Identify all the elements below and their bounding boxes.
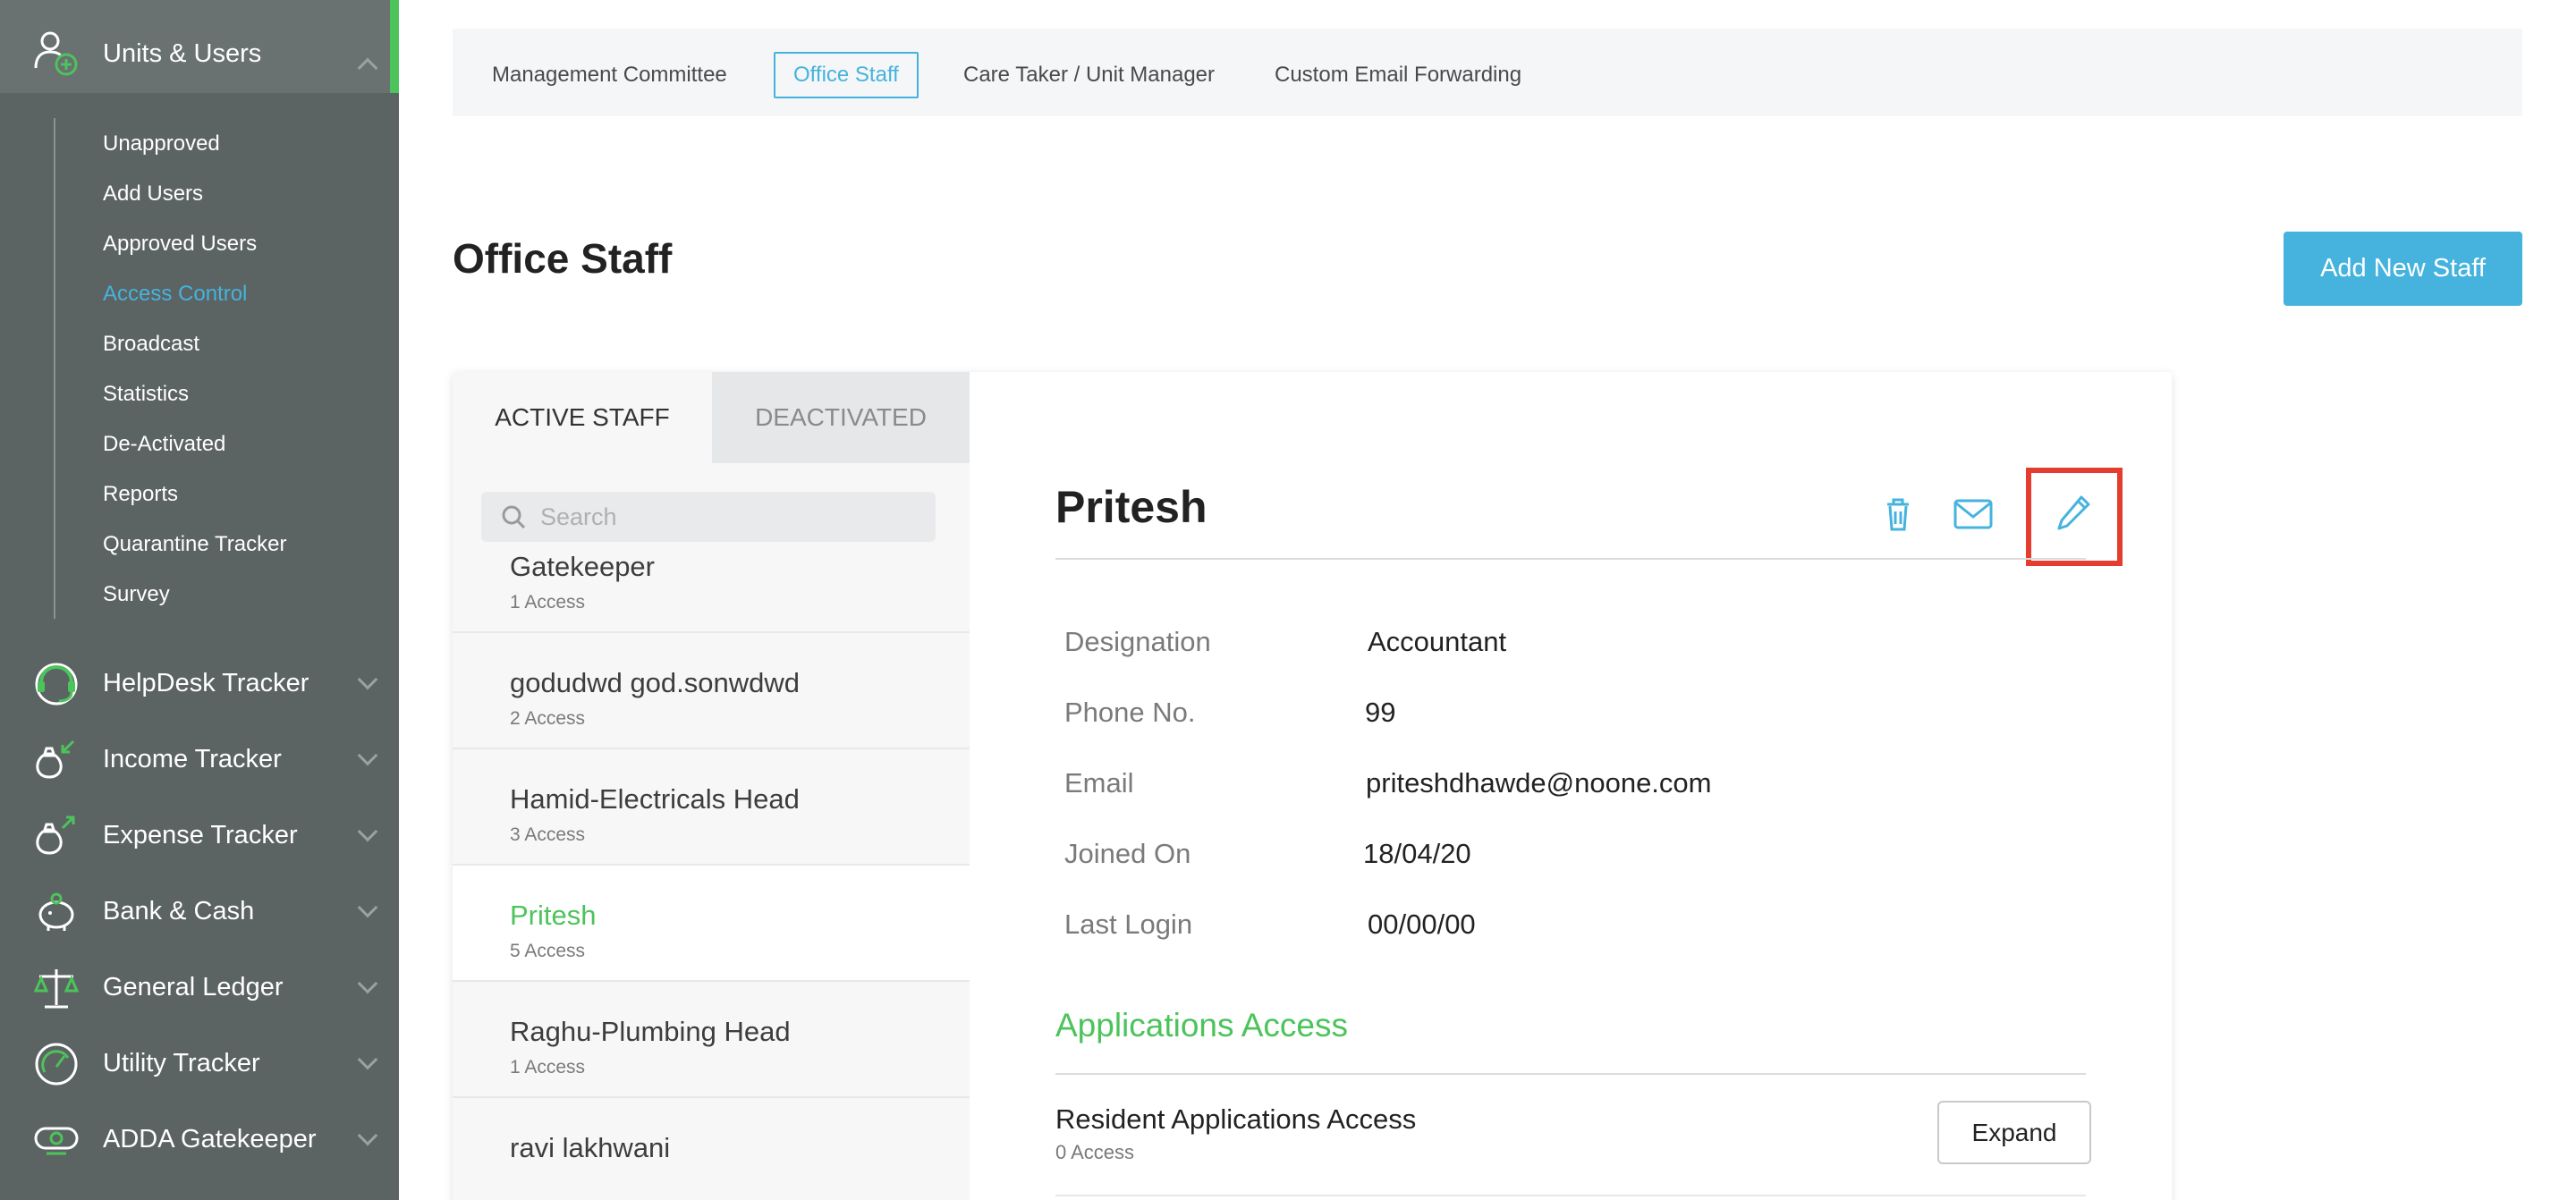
resident-applications-title: Resident Applications Access: [1055, 1103, 1417, 1135]
designation-value-text: Accountant: [1368, 626, 1507, 657]
chevron-down-icon: [357, 669, 378, 690]
staff-access-count: 1 Access: [510, 592, 586, 613]
list-item[interactable]: Hamid-Electricals Head 3 Access: [453, 749, 970, 866]
sidebar-item-label: Bank & Cash: [103, 897, 255, 925]
sidebar-item-approved-users[interactable]: Approved Users: [103, 230, 257, 258]
sidebar-item-expense-tracker[interactable]: Expense Tracker: [0, 799, 399, 871]
chevron-down-icon: [357, 1125, 378, 1146]
chevron-down-icon: [357, 1049, 378, 1070]
list-item[interactable]: ravi lakhwani: [453, 1098, 970, 1200]
staff-name: ravi lakhwani: [510, 1132, 671, 1163]
gatekeeper-icon: [34, 1127, 79, 1155]
sidebar-item-label: Expense Tracker: [103, 821, 298, 849]
scales-icon: [33, 969, 80, 1009]
chevron-down-icon: [357, 745, 378, 766]
sidebar-item-broadcast[interactable]: Broadcast: [103, 330, 199, 359]
sidebar-item-helpdesk-tracker[interactable]: HelpDesk Tracker: [0, 647, 399, 719]
search-input[interactable]: [540, 492, 916, 542]
sidebar: Units & Users Unapproved Add Users Appro…: [0, 0, 399, 1200]
sidebar-item-adda-gatekeeper[interactable]: ADDA Gatekeeper: [0, 1103, 399, 1175]
tab-custom-email-forwarding[interactable]: Custom Email Forwarding: [1275, 52, 1521, 98]
sidebar-section-label: Units & Users: [103, 39, 262, 68]
staff-card: DEACTIVATED ACTIVE STAFF Gatekeeper 1 Ac…: [453, 372, 2172, 1200]
tab-office-staff[interactable]: Office Staff: [774, 52, 919, 98]
list-item[interactable]: godudwd god.sonwdwd 2 Access: [453, 633, 970, 749]
page-title: Office Staff: [453, 235, 673, 282]
sidebar-item-label: General Ledger: [103, 973, 284, 1001]
staff-detail-name: Pritesh: [1055, 482, 1208, 532]
staff-list-panel: DEACTIVATED ACTIVE STAFF Gatekeeper 1 Ac…: [453, 372, 970, 1200]
expand-button[interactable]: Expand: [1937, 1101, 2091, 1164]
sidebar-item-general-ledger[interactable]: General Ledger: [0, 951, 399, 1023]
list-item[interactable]: Raghu-Plumbing Head 1 Access: [453, 982, 970, 1098]
income-bag-icon: [36, 739, 75, 779]
search-icon: [502, 505, 526, 529]
sidebar-section-units-users[interactable]: Units & Users: [0, 0, 399, 93]
trash-icon[interactable]: [1877, 492, 1919, 535]
top-tab-bar: Management Committee Office Staff Care T…: [453, 29, 2522, 116]
sidebar-item-unapproved[interactable]: Unapproved: [103, 130, 220, 158]
last-login-value: 00/00/00: [1368, 908, 1476, 940]
divider: [1055, 1195, 2086, 1196]
sidebar-item-reports[interactable]: Reports: [103, 480, 178, 509]
sidebar-item-quarantine-tracker[interactable]: Quarantine Tracker: [103, 530, 286, 559]
submenu-line: [54, 118, 55, 619]
chevron-down-icon: [357, 973, 378, 994]
sidebar-item-utility-tracker[interactable]: Utility Tracker: [0, 1027, 399, 1099]
staff-name: Hamid-Electricals Head: [510, 783, 800, 815]
applications-access-title: Applications Access: [1055, 1007, 1349, 1044]
expense-bag-icon: [36, 815, 75, 855]
sidebar-item-label: Utility Tracker: [103, 1049, 260, 1077]
divider: [1055, 558, 2086, 560]
sidebar-item-de-activated[interactable]: De-Activated: [103, 430, 225, 459]
staff-access-count: 3 Access: [510, 824, 586, 845]
tab-deactivated[interactable]: DEACTIVATED: [712, 372, 970, 463]
mail-icon[interactable]: [1952, 492, 1995, 535]
sidebar-item-access-control[interactable]: Access Control: [103, 280, 247, 308]
sidebar-item-add-users[interactable]: Add Users: [103, 180, 203, 208]
staff-name: godudwd god.sonwdwd: [510, 667, 801, 698]
chevron-up-icon: [357, 57, 378, 79]
tab-care-taker[interactable]: Care Taker / Unit Manager: [963, 52, 1215, 98]
piggy-bank-icon: [38, 892, 74, 931]
sidebar-item-bank-cash[interactable]: Bank & Cash: [0, 875, 399, 947]
staff-access-count: 5 Access: [510, 941, 586, 961]
staff-name: Pritesh: [510, 900, 597, 931]
staff-access-count: 2 Access: [510, 708, 586, 729]
email-value: priteshdhawde@noone.com: [1366, 767, 1712, 799]
sidebar-item-label: ADDA Gatekeeper: [103, 1125, 317, 1154]
last-login-label: Last Login: [1064, 908, 1193, 940]
list-item[interactable]: Gatekeeper 1 Access: [453, 544, 970, 633]
staff-name: Gatekeeper: [510, 551, 655, 582]
joined-label: Joined On: [1064, 838, 1191, 869]
sidebar-item-label: HelpDesk Tracker: [103, 669, 309, 697]
chevron-down-icon: [357, 821, 378, 842]
staff-name: Raghu-Plumbing Head: [510, 1016, 791, 1047]
tab-management-committee[interactable]: Management Committee: [492, 52, 727, 98]
active-indicator: [390, 0, 399, 93]
edit-highlight-box: [2026, 468, 2123, 566]
add-new-staff-button[interactable]: Add New Staff: [2284, 232, 2522, 306]
divider: [1055, 1073, 2086, 1075]
user-add-icon: [34, 31, 78, 76]
sidebar-item-statistics[interactable]: Statistics: [103, 380, 189, 409]
list-item-selected[interactable]: Pritesh 5 Access: [453, 866, 970, 982]
joined-on-value: 18/04/20: [1363, 838, 1471, 869]
sidebar-item-survey[interactable]: Survey: [103, 580, 170, 609]
tab-active-staff[interactable]: ACTIVE STAFF: [453, 372, 712, 463]
gauge-icon: [35, 1043, 78, 1086]
designation-label: Designation: [1064, 626, 1211, 657]
search-box: [481, 492, 936, 542]
sidebar-item-label: Income Tracker: [103, 745, 282, 773]
resident-access-count: 0 Access: [1055, 1141, 1135, 1163]
sidebar-item-income-tracker[interactable]: Income Tracker: [0, 723, 399, 795]
email-label: Email: [1064, 767, 1134, 799]
chevron-down-icon: [357, 897, 378, 918]
headset-icon: [35, 663, 78, 706]
phone-value: 99: [1365, 697, 1396, 728]
phone-label: Phone No.: [1064, 697, 1196, 728]
staff-access-count: 1 Access: [510, 1057, 586, 1077]
